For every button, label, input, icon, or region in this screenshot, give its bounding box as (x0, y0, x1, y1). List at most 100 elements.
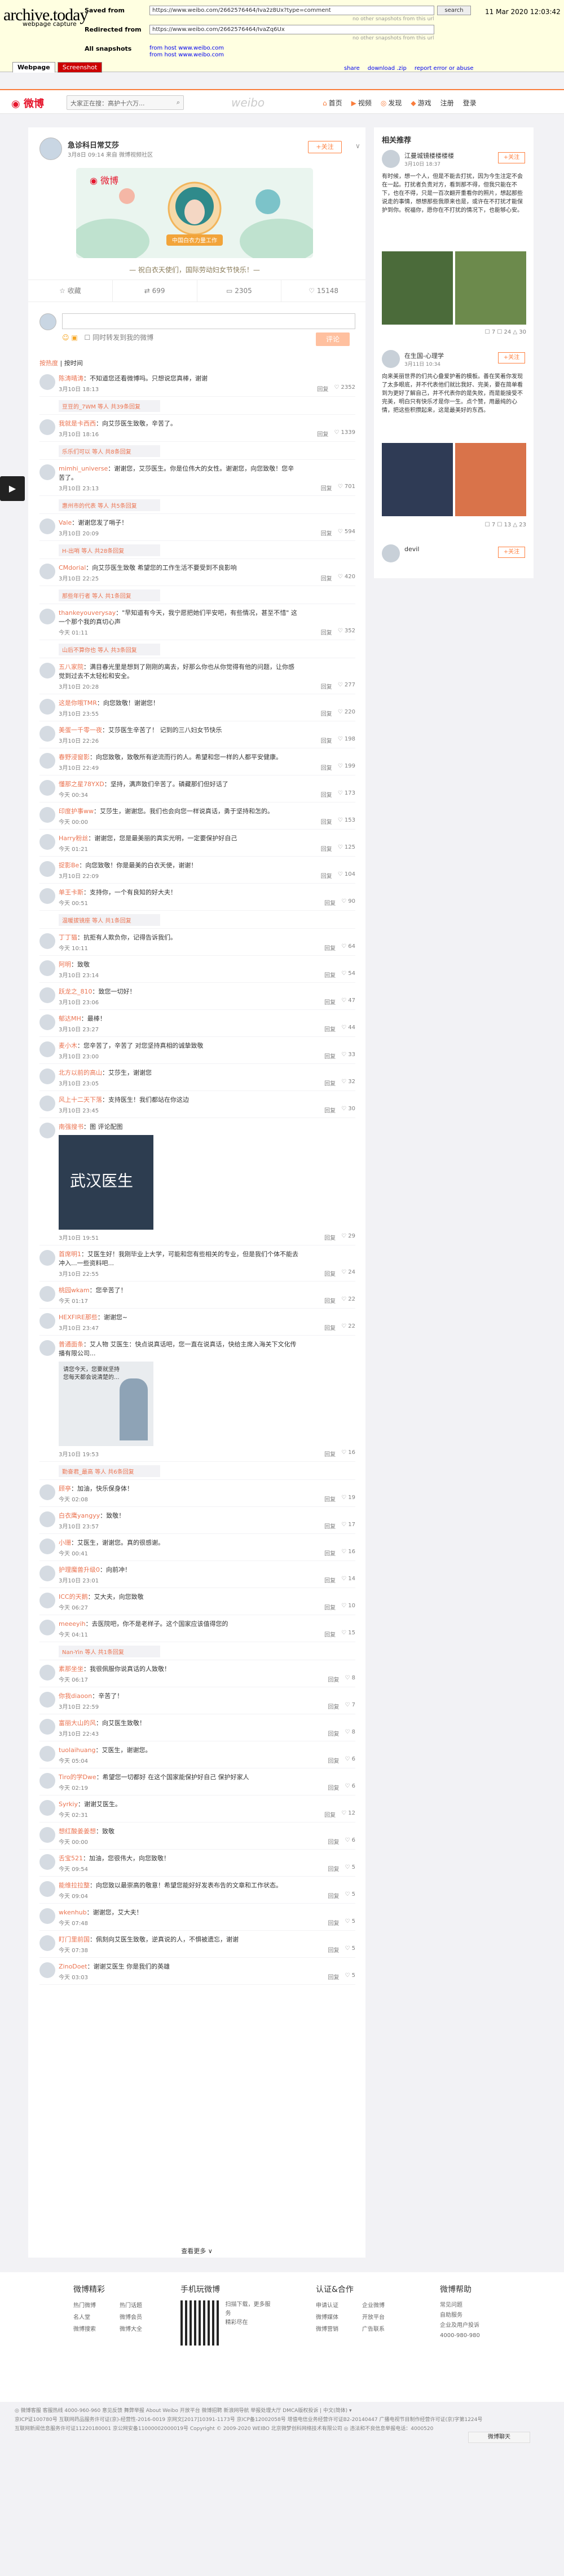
reply-button[interactable]: 回复 (324, 1810, 336, 1819)
avatar[interactable] (39, 861, 55, 877)
comment-user[interactable]: 春野浸窗影 (59, 753, 90, 761)
like-button[interactable]: ♡ 12 (341, 1810, 355, 1819)
reply-summary[interactable]: Nan-Yin 等人 共1条回复 (39, 1642, 355, 1660)
sort-time[interactable]: 按时间 (64, 360, 83, 367)
like-button[interactable]: ♡ 44 (341, 1025, 355, 1033)
avatar[interactable] (39, 564, 55, 579)
from-host-2[interactable]: from host www.weibo.com (149, 52, 224, 58)
comment-user[interactable]: 陈涛晴涛 (59, 375, 83, 382)
like-button[interactable]: ♡ 22 (341, 1296, 355, 1305)
reply-button[interactable]: 回复 (328, 1945, 339, 1954)
like-button[interactable]: ♡ 125 (338, 844, 355, 853)
reply-button[interactable]: 回复 (328, 1864, 339, 1873)
reply-summary-text[interactable]: Nan-Yin 等人 共1条回复 (59, 1646, 160, 1657)
like-button[interactable]: ♡ 29 (341, 1233, 355, 1242)
like-button[interactable]: ♡ 701 (338, 484, 355, 492)
avatar[interactable] (39, 138, 62, 160)
reply-summary-text[interactable]: 勤奋君_最高 等人 共6条回复 (59, 1465, 160, 1477)
like-button[interactable]: ♡ 54 (341, 970, 355, 979)
nav-video[interactable]: ▶ 视频 (351, 98, 372, 108)
avatar[interactable] (39, 1773, 55, 1789)
avatar[interactable] (39, 1340, 55, 1356)
reply-button[interactable]: 回复 (328, 1891, 339, 1900)
like-button[interactable]: ♡ 17 (341, 1522, 355, 1530)
reply-button[interactable]: 回复 (324, 1522, 336, 1530)
comment-user[interactable]: thankeyouverysay (59, 609, 116, 617)
share-link[interactable]: share (344, 65, 360, 72)
avatar[interactable] (39, 1908, 55, 1924)
reply-button[interactable]: 回复 (324, 1025, 336, 1033)
footer-link[interactable]: 4000-980-980 (440, 2331, 530, 2341)
repost-button[interactable]: ⇄ 699 (113, 280, 197, 302)
side-card-images[interactable] (382, 443, 526, 516)
like-button[interactable]: ♡ 199 (338, 763, 355, 772)
comment-image[interactable]: 武汉医生 (59, 1135, 153, 1230)
reply-summary[interactable]: H-出哨 等人 共28条回复 (39, 541, 355, 559)
reply-button[interactable]: 回复 (324, 943, 336, 952)
comment-user[interactable]: 小珊 (59, 1539, 71, 1546)
avatar[interactable] (39, 1313, 55, 1329)
comment-user[interactable]: Harry粉丝 (59, 835, 88, 842)
search-icon[interactable]: ⌕ (177, 99, 180, 107)
footer-link[interactable]: 开放平台 (362, 2312, 406, 2321)
avatar[interactable] (39, 1096, 55, 1111)
comment-user[interactable]: ICC的天鹅 (59, 1593, 88, 1600)
avatar[interactable] (39, 780, 55, 796)
sort-hot[interactable]: 按热度 (39, 360, 58, 367)
download-link[interactable]: download .zip (368, 65, 407, 72)
comment-input[interactable] (62, 313, 355, 329)
reply-summary-text[interactable]: 温暖拔镜座 等人 共1条回复 (59, 914, 160, 926)
like-button[interactable]: ♡ 47 (341, 997, 355, 1006)
reply-button[interactable]: 回复 (321, 844, 332, 853)
follow-button[interactable]: +关注 (308, 141, 342, 153)
comment-user[interactable]: 风上十二天下落 (59, 1096, 102, 1103)
reply-button[interactable]: 回复 (324, 1576, 336, 1584)
avatar[interactable] (39, 1068, 55, 1084)
follow-button[interactable]: +关注 (498, 152, 525, 163)
like-button[interactable]: ♡ 2352 (334, 384, 355, 393)
nav-login[interactable]: 登录 (463, 98, 477, 108)
comment-user[interactable]: 郁达MH (59, 1015, 81, 1022)
footer-link[interactable]: 名人堂 (73, 2312, 117, 2321)
footer-link[interactable]: 微博会员 (120, 2312, 164, 2321)
like-button[interactable]: ♡ 173 (338, 790, 355, 799)
like-button[interactable]: ♡ 15 (341, 1630, 355, 1638)
side-card-images[interactable] (382, 251, 526, 325)
chevron-down-icon[interactable]: ∨ (355, 142, 360, 150)
reply-button[interactable]: 回复 (324, 1549, 336, 1557)
reply-button[interactable]: 回复 (328, 1837, 339, 1846)
avatar[interactable] (39, 1511, 55, 1527)
reply-summary[interactable]: 豆豆的_7WM 等人 共39条回复 (39, 397, 355, 415)
comment-user[interactable]: Tiro的学Dwe (59, 1774, 96, 1781)
comment-user[interactable]: 想红酸姜姜想 (59, 1828, 96, 1835)
follow-button[interactable]: +关注 (498, 547, 525, 558)
search-input[interactable]: 大家正在搜：高护十六万... ⌕ (67, 95, 184, 110)
comment-user[interactable]: 美蛋一千零一夜 (59, 726, 102, 734)
reply-button[interactable]: 回复 (324, 1323, 336, 1332)
reply-button[interactable]: 回复 (321, 682, 332, 690)
redirected-from-url[interactable]: https://www.weibo.com/2662576464/IvaZq6U… (149, 25, 434, 34)
photo-image[interactable] (455, 251, 526, 325)
avatar[interactable] (39, 1881, 55, 1897)
comment-user[interactable]: 白衣鹰yangyy (59, 1512, 100, 1519)
comment-user[interactable]: 阿明 (59, 961, 71, 968)
reply-summary-text[interactable]: 山后不算你也 等人 共3条回复 (59, 644, 160, 655)
avatar[interactable] (39, 1593, 55, 1608)
comment-user[interactable]: 麦小木 (59, 1042, 77, 1049)
reply-summary[interactable]: 勤奋君_最高 等人 共6条回复 (39, 1462, 355, 1480)
like-button[interactable]: ♡ 90 (341, 898, 355, 907)
comment-user[interactable]: mimhi_universe (59, 465, 108, 472)
avatar[interactable] (39, 1250, 55, 1266)
like-button[interactable]: ♡ 5 (345, 1864, 355, 1873)
reply-button[interactable]: 回复 (324, 1449, 336, 1458)
load-more-button[interactable]: 查看更多 ∨ (28, 2246, 365, 2255)
avatar[interactable] (39, 987, 55, 1003)
reply-button[interactable]: 回复 (328, 1702, 339, 1710)
like-button[interactable]: ♡ 1339 (334, 429, 355, 438)
like-button[interactable]: ♡ 5 (345, 1945, 355, 1954)
reply-summary[interactable]: 惠州市的代表 等人 共5条回复 (39, 496, 355, 514)
footer-link[interactable]: 常见问题 (440, 2300, 530, 2311)
nav-home[interactable]: ⌂ 首页 (323, 98, 342, 108)
like-button[interactable]: ♡ 6 (345, 1837, 355, 1846)
post-author[interactable]: 急诊科日常艾莎 (68, 139, 119, 150)
